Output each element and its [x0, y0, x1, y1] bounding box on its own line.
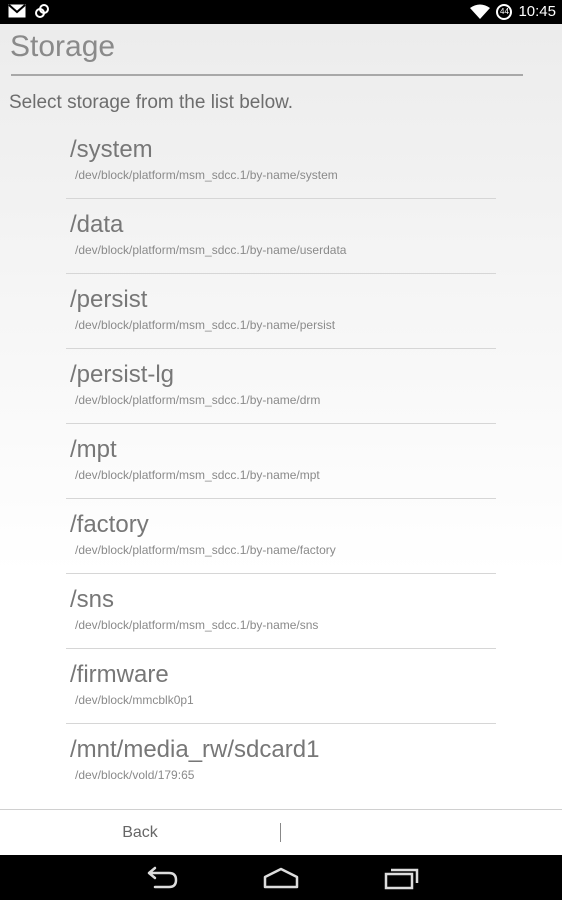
storage-item-path: /dev/block/platform/msm_sdcc.1/by-name/s… — [75, 168, 338, 182]
navigation-bar — [0, 855, 562, 900]
storage-item-name: /system — [70, 136, 153, 163]
page-subtitle: Select storage from the list below. — [9, 92, 294, 113]
recents-nav-icon[interactable] — [382, 863, 422, 893]
storage-item-sdcard1[interactable]: /mnt/media_rw/sdcard1 /dev/block/vold/17… — [66, 724, 496, 799]
storage-screen: Storage Select storage from the list bel… — [0, 24, 562, 809]
storage-item-path: /dev/block/mmcblk0p1 — [75, 693, 194, 707]
storage-item-firmware[interactable]: /firmware /dev/block/mmcblk0p1 — [66, 649, 496, 724]
storage-item-name: /factory — [70, 511, 149, 538]
storage-item-path: /dev/block/platform/msm_sdcc.1/by-name/s… — [75, 618, 319, 632]
wifi-icon — [470, 4, 491, 19]
storage-item-path: /dev/block/platform/msm_sdcc.1/by-name/u… — [75, 243, 347, 257]
storage-item-name: /persist-lg — [70, 361, 175, 388]
storage-item-persist-lg[interactable]: /persist-lg /dev/block/platform/msm_sdcc… — [66, 349, 496, 424]
gmail-icon — [8, 4, 26, 18]
title-divider — [11, 74, 523, 76]
secondary-button[interactable] — [281, 810, 562, 855]
battery-icon: 44 — [496, 4, 513, 20]
link-icon — [35, 4, 49, 18]
storage-item-path: /dev/block/platform/msm_sdcc.1/by-name/f… — [75, 543, 336, 557]
storage-item-name: /data — [70, 211, 124, 238]
storage-item-path: /dev/block/platform/msm_sdcc.1/by-name/d… — [75, 393, 321, 407]
storage-item-mpt[interactable]: /mpt /dev/block/platform/msm_sdcc.1/by-n… — [66, 424, 496, 499]
storage-item-name: /mpt — [70, 436, 117, 463]
home-nav-icon[interactable] — [261, 863, 301, 893]
storage-list: /system /dev/block/platform/msm_sdcc.1/b… — [66, 124, 496, 799]
storage-item-factory[interactable]: /factory /dev/block/platform/msm_sdcc.1/… — [66, 499, 496, 574]
storage-item-path: /dev/block/platform/msm_sdcc.1/by-name/m… — [75, 468, 320, 482]
storage-item-path: /dev/block/platform/msm_sdcc.1/by-name/p… — [75, 318, 336, 332]
storage-item-sns[interactable]: /sns /dev/block/platform/msm_sdcc.1/by-n… — [66, 574, 496, 649]
battery-level: 44 — [500, 7, 509, 16]
storage-item-name: /sns — [70, 586, 115, 613]
status-bar: 44 10:45 — [0, 0, 562, 24]
back-button[interactable]: Back — [0, 810, 280, 855]
storage-item-persist[interactable]: /persist /dev/block/platform/msm_sdcc.1/… — [66, 274, 496, 349]
storage-item-path: /dev/block/vold/179:65 — [75, 768, 195, 782]
status-time: 10:45 — [518, 3, 556, 20]
back-nav-icon[interactable] — [141, 863, 181, 893]
storage-item-system[interactable]: /system /dev/block/platform/msm_sdcc.1/b… — [66, 124, 496, 199]
button-bar: Back — [0, 809, 562, 855]
storage-item-data[interactable]: /data /dev/block/platform/msm_sdcc.1/by-… — [66, 199, 496, 274]
storage-item-name: /persist — [70, 286, 148, 313]
storage-item-name: /firmware — [70, 661, 169, 688]
page-title: Storage — [10, 30, 116, 63]
storage-item-name: /mnt/media_rw/sdcard1 — [70, 736, 320, 763]
